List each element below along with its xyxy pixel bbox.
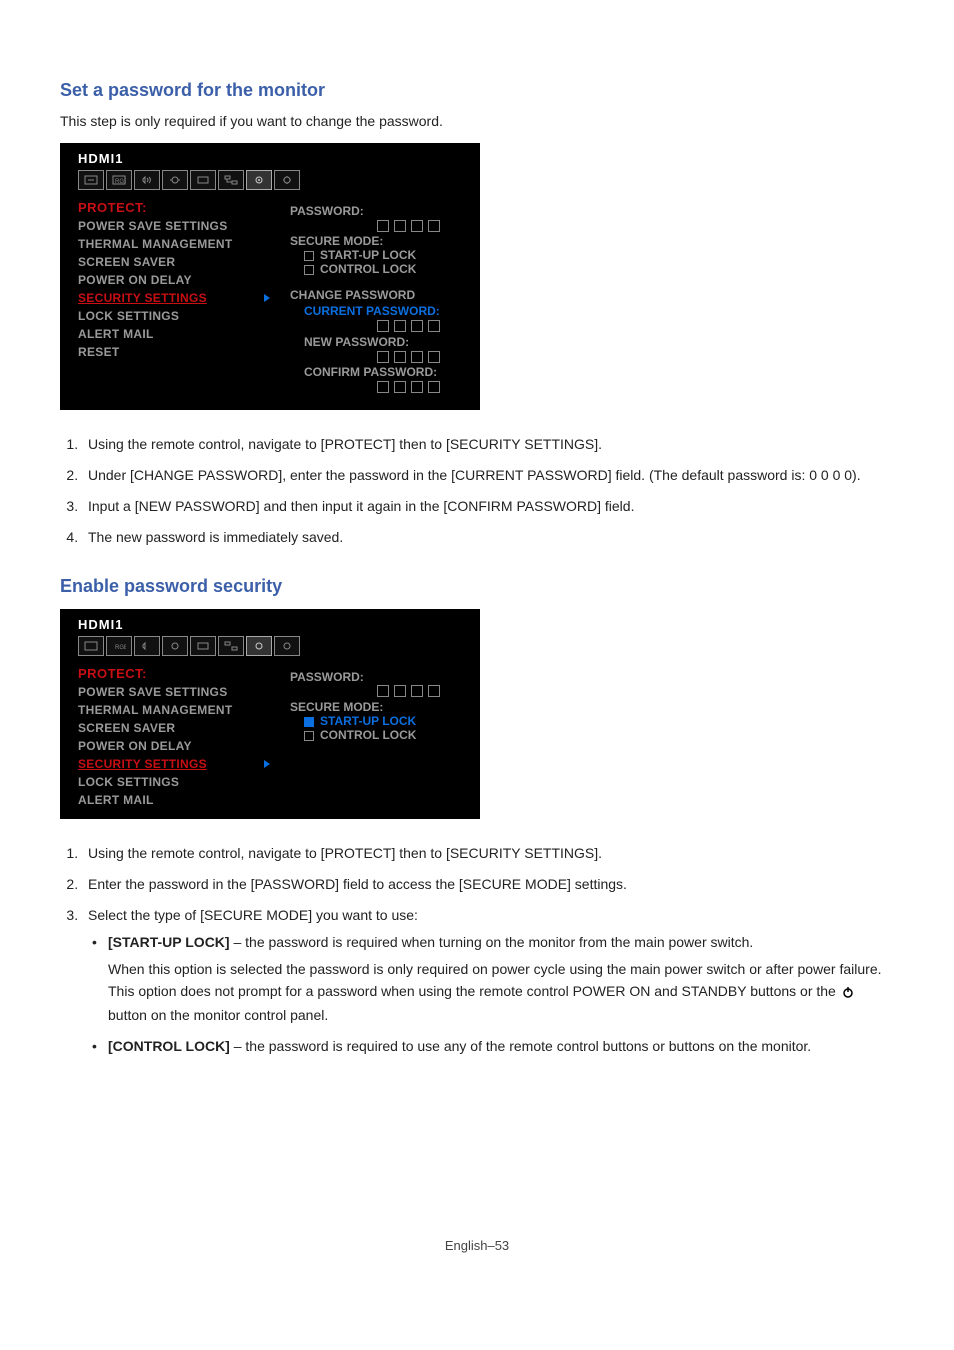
protect-icon xyxy=(246,636,272,656)
bullet-startup-lock: [START-UP LOCK] – the password is requir… xyxy=(108,932,894,1027)
step1-4: The new password is immediately saved. xyxy=(82,527,894,548)
audio-icon xyxy=(134,636,160,656)
osd1-confirm-password-boxes xyxy=(304,379,468,393)
submenu-arrow-icon xyxy=(264,294,270,302)
steps-list-2: Using the remote control, navigate to [P… xyxy=(60,843,894,1058)
protect-icon xyxy=(246,170,272,190)
step2-3: Select the type of [SECURE MODE] you wan… xyxy=(82,905,894,1058)
osd2-opt-control-lock: CONTROL LOCK xyxy=(304,728,468,742)
osd2-secure-mode-label: SECURE MODE: xyxy=(290,700,468,714)
network-icon xyxy=(218,636,244,656)
osd1-confirm-password-label: CONFIRM PASSWORD: xyxy=(304,365,468,379)
osd2-menu-header: PROTECT: xyxy=(78,666,278,681)
osd1-change-password-label: CHANGE PASSWORD xyxy=(290,288,468,302)
network-icon xyxy=(218,170,244,190)
step1-3: Input a [NEW PASSWORD] and then input it… xyxy=(82,496,894,517)
power-icon xyxy=(842,983,854,1005)
input-icon xyxy=(78,636,104,656)
slot-icon xyxy=(190,636,216,656)
osd1-password-boxes xyxy=(290,218,468,232)
osd2-item-lock-settings: LOCK SETTINGS xyxy=(78,773,278,791)
section1-heading: Set a password for the monitor xyxy=(60,80,894,101)
osd1-password-label: PASSWORD: xyxy=(290,204,468,218)
osd2-password-label: PASSWORD: xyxy=(290,670,468,684)
picture-icon: RGB xyxy=(106,170,132,190)
osd1-item-security-settings: SECURITY SETTINGS xyxy=(78,289,278,307)
osd2-item-screen-saver: SCREEN SAVER xyxy=(78,719,278,737)
osd1-item-lock-settings: LOCK SETTINGS xyxy=(78,307,278,325)
osd1-item-reset: RESET xyxy=(78,343,278,361)
osd1-current-password-boxes xyxy=(304,318,468,332)
audio-icon xyxy=(134,170,160,190)
osd1-secure-mode-label: SECURE MODE: xyxy=(290,234,468,248)
system-icon xyxy=(274,170,300,190)
osd1-new-password-label: NEW PASSWORD: xyxy=(304,335,468,349)
input-icon xyxy=(78,170,104,190)
picture-icon: RGB xyxy=(106,636,132,656)
step1-1: Using the remote control, navigate to [P… xyxy=(82,434,894,455)
osd-screenshot-1: HDMI1 RGB PROTECT: POWER SAVE SETTINGS T… xyxy=(60,143,480,410)
osd1-opt-startup-lock: START-UP LOCK xyxy=(304,248,468,262)
osd2-password-boxes xyxy=(290,684,468,698)
svg-text:RGB: RGB xyxy=(115,645,126,651)
section1-intro: This step is only required if you want t… xyxy=(60,113,894,129)
slot-icon xyxy=(190,170,216,190)
osd-screenshot-2: HDMI1 RGB PROTECT: POWER SAVE SETTINGS T… xyxy=(60,609,480,819)
system-icon xyxy=(274,636,300,656)
bullet-control-lock: [CONTROL LOCK] – the password is require… xyxy=(108,1036,894,1058)
osd1-source-label: HDMI1 xyxy=(60,149,480,170)
osd1-item-screen-saver: SCREEN SAVER xyxy=(78,253,278,271)
page-footer: English–53 xyxy=(60,1238,894,1253)
osd1-opt-control-lock: CONTROL LOCK xyxy=(304,262,468,276)
schedule-icon xyxy=(162,170,188,190)
submenu-arrow-icon xyxy=(264,760,270,768)
osd1-tab-bar: RGB xyxy=(60,170,480,194)
osd2-item-power-on-delay: POWER ON DELAY xyxy=(78,737,278,755)
osd1-current-password-label: CURRENT PASSWORD: xyxy=(304,304,468,318)
osd1-item-alert-mail: ALERT MAIL xyxy=(78,325,278,343)
osd2-source-label: HDMI1 xyxy=(60,615,480,636)
osd2-item-alert-mail: ALERT MAIL xyxy=(78,791,278,809)
schedule-icon xyxy=(162,636,188,656)
osd2-opt-startup-lock: START-UP LOCK xyxy=(304,714,468,728)
steps-list-1: Using the remote control, navigate to [P… xyxy=(60,434,894,548)
osd2-tab-bar: RGB xyxy=(60,636,480,660)
step2-1: Using the remote control, navigate to [P… xyxy=(82,843,894,864)
osd1-new-password-boxes xyxy=(304,349,468,363)
step1-2: Under [CHANGE PASSWORD], enter the passw… xyxy=(82,465,894,486)
osd2-item-security-settings: SECURITY SETTINGS xyxy=(78,755,278,773)
osd2-item-power-save: POWER SAVE SETTINGS xyxy=(78,683,278,701)
bullet-startup-lock-detail: When this option is selected the passwor… xyxy=(108,959,894,1026)
osd1-item-thermal: THERMAL MANAGEMENT xyxy=(78,235,278,253)
osd2-item-thermal: THERMAL MANAGEMENT xyxy=(78,701,278,719)
step2-2: Enter the password in the [PASSWORD] fie… xyxy=(82,874,894,895)
svg-text:RGB: RGB xyxy=(115,179,126,185)
osd1-item-power-on-delay: POWER ON DELAY xyxy=(78,271,278,289)
osd1-menu-header: PROTECT: xyxy=(78,200,278,215)
osd1-item-power-save: POWER SAVE SETTINGS xyxy=(78,217,278,235)
section2-heading: Enable password security xyxy=(60,576,894,597)
